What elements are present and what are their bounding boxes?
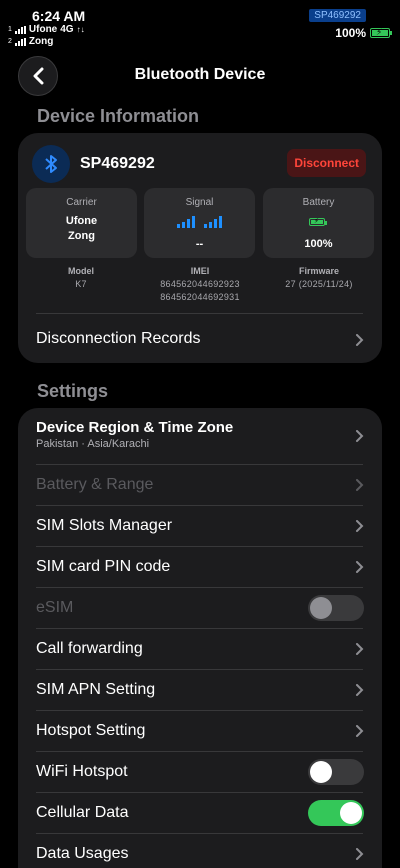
settings-row-label: eSIM	[36, 599, 74, 616]
device-header: SP469292 Disconnect	[32, 145, 368, 183]
status-time: 6:24 AM	[32, 8, 86, 24]
settings-section-title: Settings	[37, 381, 109, 401]
toggle-knob	[340, 801, 362, 824]
page-title: Bluetooth Device	[134, 66, 266, 83]
imei-value-2: 864562044692931	[160, 292, 240, 302]
settings-row-sublabel: Pakistan · Asia/Karachi	[36, 438, 150, 450]
sim2-carrier: Zong	[28, 36, 54, 47]
model-value: K7	[75, 279, 87, 289]
battery-charging-icon: ⚡	[309, 218, 327, 226]
chevron-right-icon	[356, 519, 364, 532]
settings-row-label: WiFi Hotspot	[36, 763, 128, 780]
sim1-carrier: Ufone	[28, 24, 58, 35]
battery-value: 100%	[304, 238, 333, 250]
signal-bars-icon	[14, 25, 26, 34]
firmware-info: Firmware 27 (2025/11/24)	[263, 265, 375, 291]
device-info-section-title: Device Information	[37, 106, 200, 126]
carrier-value-1: Ufone	[65, 215, 98, 227]
settings-row-label: SIM Slots Manager	[36, 517, 173, 534]
signal-bars-icon	[14, 37, 26, 46]
status-bar: 6:24 AM 1 Ufone 4G ↑↓ 2 Zong SP469292 10…	[0, 0, 400, 52]
disconnection-records-label: Disconnection Records	[36, 330, 201, 347]
sim1-status: 1 Ufone 4G ↑↓	[8, 24, 85, 35]
settings-row-label: Device Region & Time Zone	[36, 419, 234, 436]
battery-percent: 100%	[335, 26, 366, 40]
settings-row-label: SIM APN Setting	[36, 681, 156, 698]
battery-charging-icon: ⚡	[370, 27, 392, 38]
model-info: Model K7	[25, 265, 137, 291]
settings-row-label: Battery & Range	[36, 476, 154, 493]
toggle-switch	[308, 594, 364, 621]
settings-card: Device Region & Time Zone Pakistan · Asia…	[18, 408, 382, 868]
settings-row-sim-apn-setting[interactable]: SIM APN Setting	[18, 669, 382, 710]
settings-row-cellular-data[interactable]: Cellular Data	[18, 792, 382, 833]
signal-box: Signal --	[144, 188, 255, 258]
firmware-label: Firmware	[298, 266, 340, 276]
sim1-network: 4G	[60, 24, 74, 35]
settings-row-label: Call forwarding	[36, 640, 143, 657]
signal-bars-icon	[177, 216, 195, 228]
disconnect-button[interactable]: Disconnect	[287, 149, 366, 177]
device-name: SP469292	[80, 155, 155, 172]
disconnection-records-row[interactable]: Disconnection Records	[18, 314, 382, 363]
settings-row-hotspot-setting[interactable]: Hotspot Setting	[18, 710, 382, 751]
toggle-knob	[310, 596, 332, 619]
settings-row-label: Hotspot Setting	[36, 722, 146, 739]
chevron-right-icon	[356, 847, 364, 860]
carrier-value-2: Zong	[68, 230, 95, 242]
settings-row-esim: eSIM	[18, 587, 382, 628]
imei-info: IMEI 864562044692923 864562044692931	[144, 265, 256, 304]
chevron-right-icon	[356, 334, 364, 346]
device-info-card: SP469292 Disconnect Carrier Ufone Zong S…	[18, 133, 382, 363]
chevron-right-icon	[356, 560, 364, 573]
signal-value: --	[195, 238, 204, 250]
settings-row-label: Cellular Data	[36, 804, 129, 821]
battery-label: Battery	[302, 197, 335, 208]
toggle-knob	[310, 760, 332, 783]
settings-row-sim-card-pin-code[interactable]: SIM card PIN code	[18, 546, 382, 587]
settings-row-sim-slots-manager[interactable]: SIM Slots Manager	[18, 505, 382, 546]
signal-bars-icon	[204, 216, 222, 228]
battery-box: Battery ⚡ 100%	[263, 188, 374, 258]
sim2-status: 2 Zong	[8, 36, 53, 47]
model-label: Model	[68, 266, 94, 276]
chevron-right-icon	[356, 683, 364, 696]
data-arrows-icon: ↑↓	[76, 25, 85, 34]
sim2-index: 2	[8, 38, 12, 45]
carrier-box: Carrier Ufone Zong	[26, 188, 137, 258]
toggle-switch[interactable]	[308, 758, 364, 785]
toggle-switch[interactable]	[308, 799, 364, 826]
settings-row-wifi-hotspot[interactable]: WiFi Hotspot	[18, 751, 382, 792]
status-battery: 100% ⚡	[335, 26, 392, 40]
device-badge: SP469292	[309, 9, 366, 22]
bluetooth-icon	[32, 145, 70, 183]
settings-row-call-forwarding[interactable]: Call forwarding	[18, 628, 382, 669]
imei-value-1: 864562044692923	[160, 279, 240, 289]
settings-row-label: Data Usages	[36, 845, 129, 862]
settings-row-label: SIM card PIN code	[36, 558, 171, 575]
settings-row-device-region-time-zone[interactable]: Device Region & Time Zone Pakistan · Asia…	[18, 408, 382, 464]
imei-label: IMEI	[190, 266, 210, 276]
chevron-right-icon	[356, 478, 364, 491]
chevron-right-icon	[356, 724, 364, 737]
sim1-index: 1	[8, 26, 12, 33]
settings-row-data-usages[interactable]: Data Usages	[18, 833, 382, 868]
chevron-right-icon	[356, 642, 364, 655]
signal-label: Signal	[185, 197, 214, 208]
settings-row-battery-range: Battery & Range	[18, 464, 382, 505]
firmware-value: 27 (2025/11/24)	[285, 279, 353, 289]
carrier-label: Carrier	[66, 197, 97, 208]
chevron-right-icon	[356, 430, 364, 442]
